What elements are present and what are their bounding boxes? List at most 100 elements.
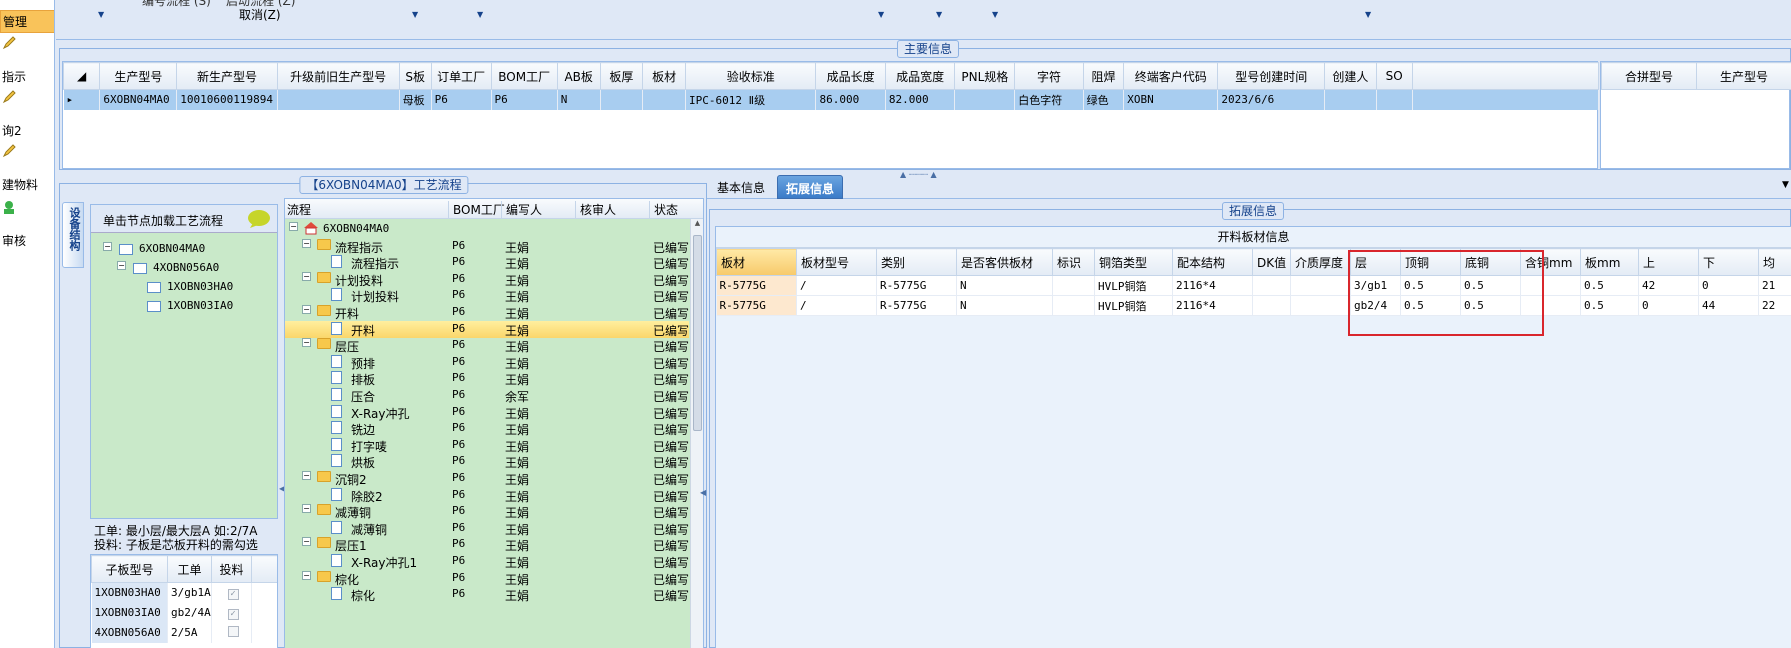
process-row[interactable]: 流程指示 P6 王娟 已编写 bbox=[285, 254, 689, 271]
process-row[interactable]: − 减薄铜 P6 王娟 已编写 bbox=[285, 503, 689, 520]
ext-col-header[interactable]: 下 bbox=[1698, 248, 1759, 276]
sub-model-cell[interactable]: 1XOBN03HA0 bbox=[91, 582, 168, 603]
main-cell[interactable] bbox=[954, 89, 1016, 110]
sub-order-cell[interactable]: gb2/4A bbox=[167, 602, 212, 623]
collapse-icon[interactable]: − bbox=[302, 471, 311, 480]
scroll-thumb[interactable] bbox=[693, 235, 702, 431]
tree-node-leaf[interactable]: 1XOBN03IA0 bbox=[91, 298, 277, 315]
nav-item-instruct[interactable]: 指示 bbox=[2, 68, 54, 85]
ext-cell[interactable]: 2116*4 bbox=[1172, 295, 1253, 316]
ext-cell[interactable]: N bbox=[956, 295, 1053, 316]
main-cell[interactable]: 绿色 bbox=[1083, 89, 1125, 110]
ext-cell[interactable] bbox=[1052, 295, 1095, 316]
table-row[interactable]: 1XOBN03HA0 3/gb1A ✓ bbox=[91, 582, 277, 603]
ext-cell[interactable] bbox=[1290, 275, 1351, 296]
ext-cell[interactable]: 0 bbox=[1698, 275, 1759, 296]
main-cell[interactable]: 白色字符 bbox=[1014, 89, 1084, 110]
main-col-header[interactable]: PNL规格 bbox=[954, 62, 1016, 90]
ext-cell[interactable] bbox=[1252, 295, 1291, 316]
speech-bubble-icon[interactable] bbox=[247, 209, 271, 232]
main-col-header[interactable]: 成品宽度 bbox=[884, 62, 956, 90]
ext-cell[interactable]: 21 bbox=[1758, 275, 1791, 296]
collapse-icon[interactable]: − bbox=[302, 338, 311, 348]
ext-cell[interactable]: 2116*4 bbox=[1172, 275, 1253, 296]
process-row[interactable]: 棕化 P6 王娟 已编写 bbox=[285, 586, 689, 603]
main-col-header[interactable]: S板 bbox=[398, 62, 432, 90]
main-cell[interactable] bbox=[277, 89, 400, 110]
main-cell[interactable] bbox=[1376, 89, 1413, 110]
main-col-header[interactable]: 阻焊 bbox=[1082, 62, 1125, 90]
process-row[interactable]: X-Ray冲孔 P6 王娟 已编写 bbox=[285, 404, 689, 421]
tree-node-leaf[interactable]: 1XOBN03HA0 bbox=[91, 279, 277, 296]
main-cell[interactable] bbox=[642, 89, 687, 110]
main-col-header[interactable]: 型号创建时间 bbox=[1217, 62, 1326, 90]
chevron-down-icon[interactable]: ▼ bbox=[878, 10, 884, 19]
main-cell[interactable]: N bbox=[557, 89, 601, 110]
ext-col-header[interactable]: DK值 bbox=[1252, 248, 1291, 276]
process-row[interactable]: 除胶2 P6 王娟 已编写 bbox=[285, 487, 689, 504]
main-cell[interactable]: 2023/6/6 bbox=[1217, 89, 1326, 110]
nav-item-manage[interactable]: 管理 bbox=[0, 10, 54, 33]
ext-cell[interactable]: HVLP铜箔 bbox=[1094, 295, 1173, 316]
process-row[interactable]: 铣边 P6 王娟 已编写 bbox=[285, 420, 689, 437]
chevron-down-icon[interactable]: ▼ bbox=[936, 10, 942, 19]
process-row[interactable]: − 沉铜2 P6 王娟 已编写 bbox=[285, 470, 689, 487]
main-col-header[interactable]: 板材 bbox=[642, 62, 687, 90]
main-col-header[interactable]: 升级前旧生产型号 bbox=[276, 62, 400, 90]
main-cell[interactable]: IPC-6012 Ⅱ级 bbox=[685, 89, 817, 110]
main-cell[interactable]: 6XOBN04MA0 bbox=[99, 89, 178, 110]
process-row[interactable]: 预排 P6 王娟 已编写 bbox=[285, 354, 689, 371]
main-col-header[interactable]: 终端客户代码 bbox=[1123, 62, 1219, 90]
ext-cell[interactable]: 44 bbox=[1698, 295, 1759, 316]
main-col-header[interactable]: BOM工厂 bbox=[490, 62, 558, 90]
feed-checkbox[interactable]: ✓ bbox=[227, 588, 239, 600]
main-col-header[interactable]: 板厚 bbox=[599, 62, 644, 90]
ext-col-header[interactable]: 板材 bbox=[716, 248, 797, 276]
process-row[interactable]: 开料 P6 王娟 已编写 bbox=[285, 320, 689, 338]
row-indicator[interactable]: ▸ bbox=[63, 89, 101, 110]
ext-cell[interactable]: / bbox=[796, 275, 877, 296]
process-row[interactable]: 压合 P6 余军 已编写 bbox=[285, 387, 689, 404]
process-row[interactable]: 打字唛 P6 王娟 已编写 bbox=[285, 437, 689, 454]
process-root[interactable]: − 6XOBN04MA0 bbox=[285, 221, 689, 238]
chevron-down-icon[interactable]: ▼ bbox=[412, 10, 418, 19]
main-cell[interactable]: 82.000 bbox=[885, 89, 956, 110]
merge-model-header[interactable]: 合拼型号 bbox=[1601, 62, 1697, 90]
col-bom-factory[interactable]: BOM工厂 bbox=[448, 201, 505, 218]
scroll-up-icon[interactable]: ▲ bbox=[691, 219, 703, 227]
main-cell[interactable] bbox=[1324, 89, 1377, 110]
ext-col-header[interactable]: 介质厚度 bbox=[1290, 248, 1351, 276]
main-cell[interactable]: 母板 bbox=[399, 89, 432, 110]
ext-col-header[interactable]: 标识 bbox=[1052, 248, 1095, 276]
col-reviewer[interactable]: 核审人 bbox=[575, 201, 616, 218]
ext-cell[interactable]: 22 bbox=[1758, 295, 1791, 316]
table-row[interactable]: 4XOBN056A0 2/5A bbox=[91, 622, 277, 643]
collapse-icon[interactable]: − bbox=[302, 271, 311, 281]
feed-checkbox-cell[interactable]: ✓ bbox=[211, 602, 252, 623]
sub-model-cell[interactable]: 1XOBN03IA0 bbox=[91, 602, 168, 623]
feed-checkbox[interactable] bbox=[227, 625, 239, 637]
chevron-down-icon[interactable]: ▼ bbox=[1365, 10, 1371, 19]
ext-cell[interactable]: N bbox=[956, 275, 1053, 296]
ext-col-header[interactable]: 均 bbox=[1758, 248, 1791, 276]
collapse-icon[interactable]: − bbox=[302, 537, 311, 547]
process-row[interactable]: X-Ray冲孔1 P6 王娟 已编写 bbox=[285, 553, 689, 570]
ext-cell[interactable]: R-5775G bbox=[876, 295, 957, 316]
process-row[interactable]: − 计划投料 P6 王娟 已编写 bbox=[285, 271, 689, 288]
col-flow[interactable]: 流程 bbox=[287, 201, 311, 218]
collapse-icon[interactable]: − bbox=[302, 570, 311, 580]
ext-col-header[interactable]: 板mm bbox=[1580, 248, 1639, 276]
main-col-header[interactable]: 字符 bbox=[1014, 62, 1084, 90]
process-row[interactable]: − 层压 P6 王娟 已编写 bbox=[285, 337, 689, 354]
ext-cell[interactable]: R-5775G bbox=[716, 295, 797, 316]
table-row[interactable]: R-5775G / R-5775G N HVLP铜箔 2116*4 gb2/4 0.5 0.5 0… bbox=[716, 295, 1791, 316]
process-row[interactable]: − 棕化 P6 王娟 已编写 bbox=[285, 570, 689, 587]
feed-checkbox[interactable]: ✓ bbox=[227, 608, 239, 620]
process-row[interactable]: 排板 P6 王娟 已编写 bbox=[285, 370, 689, 387]
ext-cell[interactable]: R-5775G bbox=[876, 275, 957, 296]
feed-checkbox-cell[interactable]: ✓ bbox=[211, 582, 252, 603]
sub-order-cell[interactable]: 3/gb1A bbox=[167, 582, 212, 603]
ext-cell[interactable] bbox=[1052, 275, 1095, 296]
ext-col-header[interactable]: 配本结构 bbox=[1172, 248, 1253, 276]
tree-node-child[interactable]: −4XOBN056A0 bbox=[91, 260, 277, 277]
